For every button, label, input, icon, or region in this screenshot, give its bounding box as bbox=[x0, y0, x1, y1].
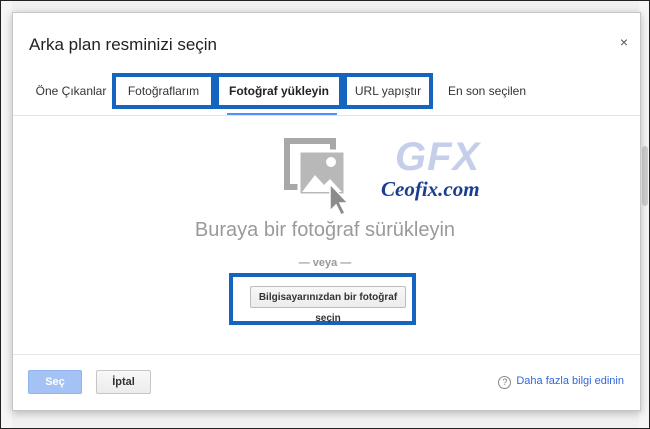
cancel-button[interactable]: İptal bbox=[96, 370, 151, 394]
select-button[interactable]: Seç bbox=[28, 370, 82, 394]
close-icon[interactable]: × bbox=[620, 35, 628, 49]
tab-featured[interactable]: Öne Çıkanlar bbox=[29, 69, 113, 113]
scrollbar-thumb[interactable] bbox=[642, 146, 648, 206]
choose-file-highlight: Bilgisayarınızdan bir fotoğraf seçin bbox=[229, 273, 416, 325]
help-link[interactable]: ? Daha fazla bilgi edinin bbox=[498, 375, 624, 389]
screenshot-frame: Arka plan resminizi seçin × Öne Çıkanlar… bbox=[0, 0, 650, 429]
dialog-title: Arka plan resminizi seçin bbox=[29, 35, 218, 54]
choose-from-computer-button[interactable]: Bilgisayarınızdan bir fotoğraf seçin bbox=[250, 286, 406, 324]
footer-divider bbox=[13, 354, 640, 355]
photo-drag-icon bbox=[284, 138, 347, 217]
tab-my-photos[interactable]: Fotoğraflarım bbox=[112, 73, 215, 109]
drag-photo-text: Buraya bir fotoğraf sürükleyin bbox=[194, 219, 456, 241]
tab-paste-url[interactable]: URL yapıştır bbox=[343, 73, 433, 109]
ceofix-watermark: GFX Ceofix.com bbox=[373, 129, 503, 215]
tab-recently-selected[interactable]: En son seçilen bbox=[443, 69, 531, 113]
question-circle-icon: ? bbox=[498, 376, 512, 389]
help-link-label: Daha fazla bilgi edinin bbox=[516, 375, 624, 387]
watermark-site-text: Ceofix.com bbox=[381, 177, 480, 201]
tab-upload-photo[interactable]: Fotoğraf yükleyin bbox=[215, 73, 343, 109]
watermark-logo-text: GFX bbox=[395, 135, 481, 179]
tab-bar: Öne Çıkanlar Fotoğraflarım Fotoğraf yükl… bbox=[13, 69, 640, 115]
or-separator: — veya — bbox=[298, 257, 352, 269]
page-background-left bbox=[1, 1, 12, 428]
